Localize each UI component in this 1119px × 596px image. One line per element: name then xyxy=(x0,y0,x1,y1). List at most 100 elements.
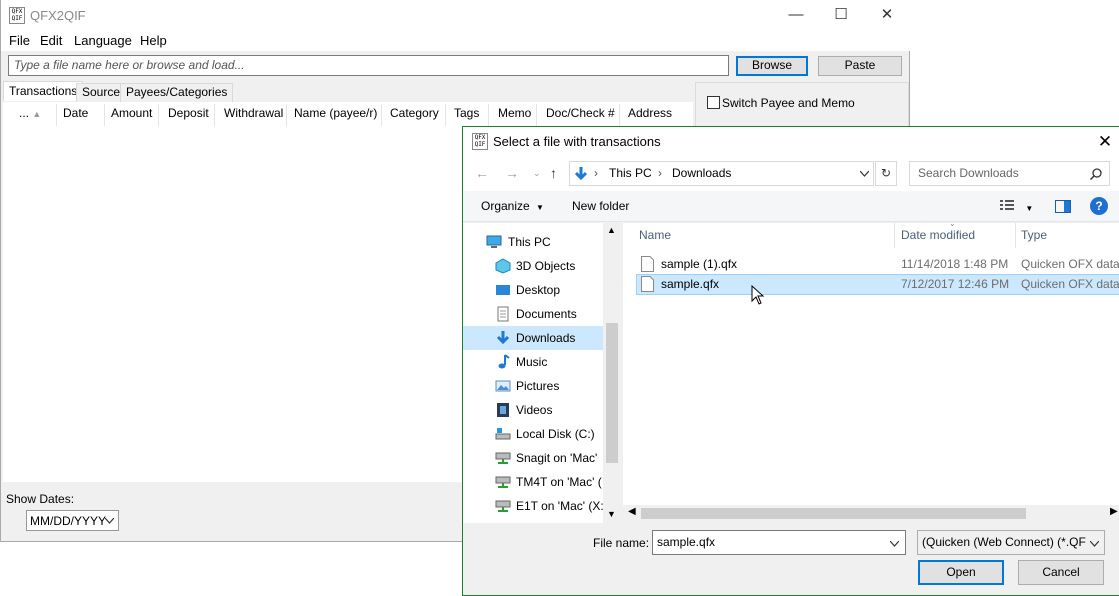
open-button[interactable]: Open xyxy=(918,560,1004,585)
refresh-icon[interactable]: ↻ xyxy=(875,161,897,186)
recent-locations-chevron-icon[interactable]: ⌄ xyxy=(533,168,541,179)
file-row-selected[interactable]: sample.qfx 7/12/2017 12:46 PM Quicken OF… xyxy=(636,274,1119,295)
nav-pane-scrollbar[interactable]: ▲ ▼ xyxy=(603,223,621,523)
address-bar[interactable]: › This PC › Downloads xyxy=(569,161,874,186)
column-divider xyxy=(1015,223,1016,248)
date-format-value: MM/DD/YYYY xyxy=(30,514,107,528)
column-header-doc-check[interactable]: Doc/Check # xyxy=(546,106,615,120)
scroll-thumb[interactable] xyxy=(606,323,618,463)
breadcrumb-downloads[interactable]: Downloads xyxy=(672,166,731,180)
nav-label: Downloads xyxy=(516,331,576,345)
file-icon xyxy=(641,256,654,272)
breadcrumb-this-pc[interactable]: This PC xyxy=(609,166,652,180)
file-name-field[interactable]: sample.qfx xyxy=(652,530,906,555)
column-header-deposit[interactable]: Deposit xyxy=(168,106,209,120)
column-divider xyxy=(286,104,287,126)
browse-button[interactable]: Browse xyxy=(736,56,808,76)
column-header-withdrawal[interactable]: Withdrawal xyxy=(224,106,283,120)
tab-source[interactable]: Source xyxy=(76,83,127,102)
nav-item-local-disk[interactable]: Local Disk (C:) xyxy=(463,422,603,446)
column-header-index[interactable]: ... ▲ xyxy=(19,106,41,120)
back-icon[interactable]: ← xyxy=(475,165,489,181)
column-header-date-modified[interactable]: Date modified xyxy=(901,228,975,242)
command-bar: Organize ▼ New folder ▼ ? xyxy=(463,191,1119,222)
column-header-address[interactable]: Address xyxy=(628,106,672,120)
file-list-hscrollbar[interactable]: ◀ ▶ xyxy=(623,505,1119,522)
file-type-value: (Quicken (Web Connect) (*.QF xyxy=(922,535,1086,549)
tab-payees-categories[interactable]: Payees/Categories xyxy=(120,83,234,102)
nav-label: 3D Objects xyxy=(516,259,576,273)
file-row[interactable]: sample (1).qfx 11/14/2018 1:48 PM Quicke… xyxy=(636,254,1119,275)
nav-item-videos[interactable]: Videos xyxy=(463,398,603,422)
column-header-memo[interactable]: Memo xyxy=(498,106,531,120)
view-options-icon[interactable]: ▼ xyxy=(1000,199,1033,214)
menu-edit[interactable]: Edit xyxy=(40,33,62,48)
column-header-name[interactable]: Name (payee/r) xyxy=(294,106,377,120)
close-button[interactable]: ✕ xyxy=(864,0,910,31)
organize-button[interactable]: Organize ▼ xyxy=(481,199,544,213)
preview-pane-icon[interactable] xyxy=(1055,200,1071,213)
file-name-input[interactable]: Type a file name here or browse and load… xyxy=(8,55,729,76)
switch-payee-memo-checkbox[interactable] xyxy=(707,96,720,109)
minimize-button[interactable]: — xyxy=(773,0,819,31)
switch-payee-memo-label: Switch Payee and Memo xyxy=(722,96,855,110)
hscroll-thumb[interactable] xyxy=(641,508,1026,519)
up-icon[interactable]: ↑ xyxy=(550,165,557,181)
help-icon[interactable]: ? xyxy=(1090,197,1108,215)
nav-item-e1t-mac[interactable]: E1T on 'Mac' (X: xyxy=(463,494,603,518)
show-dates-label: Show Dates: xyxy=(6,492,75,506)
chevron-down-icon[interactable] xyxy=(890,541,899,547)
music-icon xyxy=(498,354,510,369)
column-divider xyxy=(536,104,537,126)
dialog-close-button[interactable]: ✕ xyxy=(1093,130,1117,154)
search-downloads-input[interactable]: Search Downloads xyxy=(909,161,1110,186)
search-icon xyxy=(1090,168,1102,180)
new-folder-button[interactable]: New folder xyxy=(572,199,629,213)
column-header-type[interactable]: Type xyxy=(1021,228,1047,242)
scroll-up-icon[interactable]: ▲ xyxy=(607,225,616,235)
menu-help[interactable]: Help xyxy=(140,33,167,48)
search-placeholder: Search Downloads xyxy=(918,166,1019,180)
column-header-date[interactable]: Date xyxy=(63,106,88,120)
menu-file[interactable]: File xyxy=(9,33,30,48)
dialog-title-bar: QFX QIF Select a file with transactions … xyxy=(463,127,1119,157)
nav-item-tm4t-mac[interactable]: TM4T on 'Mac' ( xyxy=(463,470,603,494)
disk-icon xyxy=(495,428,511,440)
column-header-name[interactable]: Name xyxy=(639,228,671,242)
nav-label: Music xyxy=(516,355,548,369)
scroll-right-icon[interactable]: ▶ xyxy=(1110,506,1118,517)
sort-chevron-icon: ⌄ xyxy=(949,219,956,228)
nav-item-3d-objects[interactable]: 3D Objects xyxy=(463,254,603,278)
date-format-select[interactable]: MM/DD/YYYY xyxy=(26,510,119,531)
column-divider xyxy=(158,104,159,126)
nav-label: Documents xyxy=(516,307,577,321)
paste-button[interactable]: Paste xyxy=(818,56,902,76)
nav-item-desktop[interactable]: Desktop xyxy=(463,278,603,302)
column-header-amount[interactable]: Amount xyxy=(111,106,152,120)
tab-transactions[interactable]: Transactions xyxy=(3,81,84,101)
nav-item-documents[interactable]: Documents xyxy=(463,302,603,326)
maximize-button[interactable]: ☐ xyxy=(818,0,864,31)
forward-icon[interactable]: → xyxy=(505,165,519,181)
cancel-button[interactable]: Cancel xyxy=(1018,560,1104,585)
nav-item-pictures[interactable]: Pictures xyxy=(463,374,603,398)
file-name-label: File name: xyxy=(593,536,650,550)
nav-item-music[interactable]: Music xyxy=(463,350,603,374)
address-chevron-down-icon[interactable] xyxy=(860,171,869,177)
file-type: Quicken OFX data xyxy=(1021,257,1119,271)
scroll-left-icon[interactable]: ◀ xyxy=(628,506,636,517)
nav-item-downloads[interactable]: Downloads xyxy=(463,326,603,350)
file-type-select[interactable]: (Quicken (Web Connect) (*.QF xyxy=(917,530,1105,555)
scroll-down-icon[interactable]: ▼ xyxy=(607,509,616,519)
nav-item-snagit-mac[interactable]: Snagit on 'Mac' xyxy=(463,446,603,470)
chevron-down-icon xyxy=(1090,541,1099,547)
chevron-down-icon xyxy=(105,518,114,524)
dialog-app-logo: QFX QIF xyxy=(472,133,488,150)
file-type: Quicken OFX data xyxy=(1021,277,1119,291)
column-header-category[interactable]: Category xyxy=(390,106,439,120)
window-title: QFX2QIF xyxy=(30,8,86,23)
file-name-value: sample.qfx xyxy=(657,535,716,549)
nav-item-this-pc[interactable]: This PC xyxy=(463,230,603,254)
menu-language[interactable]: Language xyxy=(74,33,132,48)
column-header-tags[interactable]: Tags xyxy=(454,106,479,120)
